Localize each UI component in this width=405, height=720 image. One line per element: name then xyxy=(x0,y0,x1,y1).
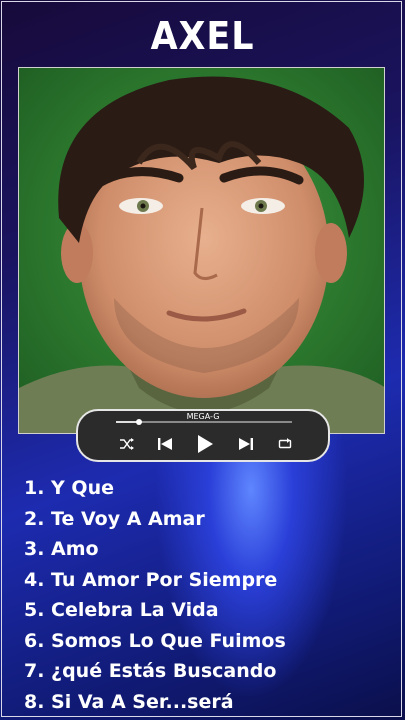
play-icon xyxy=(198,435,213,453)
next-button[interactable] xyxy=(235,433,257,455)
track-item[interactable]: 7. ¿qué Estás Buscando xyxy=(24,656,286,687)
previous-button[interactable] xyxy=(154,433,176,455)
seek-knob[interactable] xyxy=(135,419,142,425)
track-item[interactable]: 6. Somos Lo Que Fuimos xyxy=(24,626,286,657)
repeat-icon xyxy=(278,438,292,449)
artist-title: AXEL xyxy=(150,14,255,58)
track-item[interactable]: 4. Tu Amor Por Siempre xyxy=(24,565,286,596)
track-item[interactable]: 1. Y Que xyxy=(24,473,286,504)
media-player: MEGA-G xyxy=(76,409,330,462)
track-list: 1. Y Que 2. Te Voy A Amar 3. Amo 4. Tu A… xyxy=(24,473,286,717)
play-button[interactable] xyxy=(193,433,217,455)
previous-icon xyxy=(158,438,172,450)
track-item[interactable]: 2. Te Voy A Amar xyxy=(24,504,286,535)
repeat-button[interactable] xyxy=(274,433,296,455)
artist-portrait xyxy=(19,68,384,433)
shuffle-icon xyxy=(120,438,134,450)
track-item[interactable]: 8. Si Va A Ser...será xyxy=(24,687,286,718)
seek-bar[interactable] xyxy=(116,419,292,425)
track-item[interactable]: 3. Amo xyxy=(24,534,286,565)
album-cover xyxy=(18,67,385,434)
track-item[interactable]: 5. Celebra La Vida xyxy=(24,595,286,626)
shuffle-button[interactable] xyxy=(116,433,138,455)
next-icon xyxy=(239,438,253,450)
